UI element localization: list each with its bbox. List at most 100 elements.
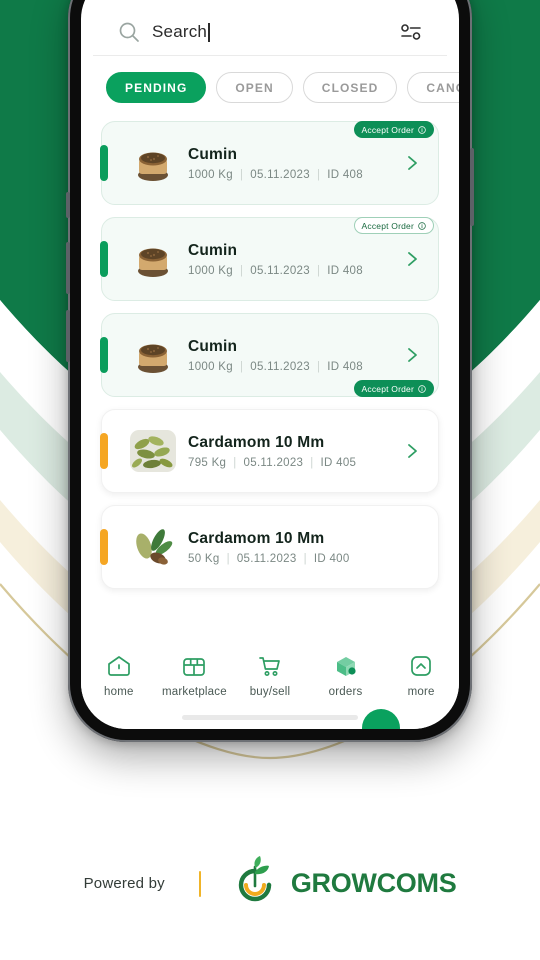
info-icon [418, 221, 426, 230]
order-card[interactable]: Cumin 1000 Kg | 05.11.2023 | ID 408 Acce… [100, 121, 439, 205]
chevron-up-square-icon [408, 653, 434, 679]
text-cursor [208, 22, 210, 42]
status-accent-bar [100, 241, 108, 277]
powered-by-label: Powered by [83, 875, 165, 892]
order-date: 05.11.2023 [250, 168, 310, 181]
nav-item-buy-sell[interactable]: buy/sell [232, 653, 308, 698]
filter-chip-list[interactable]: PENDING OPEN CLOSED CANCELLED [81, 56, 459, 117]
order-card[interactable]: Cumin 1000 Kg | 05.11.2023 | ID 408 Acce… [100, 313, 439, 397]
status-accent-bar [100, 529, 108, 565]
order-id: ID 405 [320, 456, 357, 469]
order-card[interactable]: Cumin 1000 Kg | 05.11.2023 | ID 408 Acce… [100, 217, 439, 301]
accept-order-label: Accept Order [361, 220, 414, 231]
info-icon [418, 125, 426, 134]
order-card[interactable]: Cardamom 10 Mm 795 Kg | 05.11.2023 | ID … [100, 409, 439, 493]
product-thumbnail [130, 526, 176, 568]
filter-chip-open[interactable]: OPEN [216, 72, 293, 103]
order-list: Cumin 1000 Kg | 05.11.2023 | ID 408 Acce… [81, 117, 459, 645]
status-accent-bar [100, 337, 108, 373]
floating-action-button[interactable] [362, 709, 400, 729]
info-icon [418, 384, 426, 393]
search-input-value: Search [152, 22, 208, 41]
order-info: Cumin 1000 Kg | 05.11.2023 | ID 408 [188, 338, 404, 373]
order-quantity: 1000 Kg [188, 360, 233, 373]
powered-by-footer: Powered by GROWCOMS [0, 855, 540, 912]
order-meta: 795 Kg | 05.11.2023 | ID 405 [188, 457, 404, 469]
order-info: Cardamom 10 Mm 795 Kg | 05.11.2023 | ID … [188, 434, 404, 469]
search-bar[interactable]: Search [93, 21, 447, 56]
cube-box-icon [333, 653, 359, 679]
order-meta: 1000 Kg | 05.11.2023 | ID 408 [188, 361, 404, 373]
filter-chip-pending[interactable]: PENDING [106, 72, 207, 103]
order-id: ID 400 [313, 552, 350, 565]
accept-order-badge[interactable]: Accept Order [353, 121, 434, 138]
phone-screen: Search PENDING OPEN CLOSED CANCELLED [81, 0, 459, 729]
nav-label: marketplace [161, 686, 227, 698]
meta-separator: | [316, 168, 321, 181]
filter-chip-cancelled[interactable]: CANCELLED [407, 72, 459, 103]
chevron-right-icon[interactable] [404, 347, 420, 363]
chevron-right-icon[interactable] [404, 443, 420, 459]
search-icon [118, 21, 140, 43]
product-name: Cumin [188, 145, 238, 163]
meta-separator: | [233, 456, 237, 469]
accept-order-label: Accept Order [361, 383, 414, 394]
phone-button-mute [66, 192, 70, 218]
growcoms-brand: GROWCOMS [229, 855, 457, 912]
home-indicator [182, 715, 358, 720]
order-quantity: 1000 Kg [188, 168, 233, 181]
meta-separator: | [239, 264, 244, 277]
nav-item-orders[interactable]: orders [308, 653, 384, 698]
order-date: 05.11.2023 [243, 456, 304, 469]
nav-label: buy/sell [249, 686, 291, 698]
growcoms-wordmark: GROWCOMS [290, 868, 457, 898]
phone-mockup: Search PENDING OPEN CLOSED CANCELLED [66, 0, 474, 742]
product-thumbnail [130, 430, 176, 472]
meta-separator: | [310, 456, 314, 469]
nav-item-home[interactable]: home [81, 653, 157, 698]
order-info: Cumin 1000 Kg | 05.11.2023 | ID 408 [188, 242, 404, 277]
nav-label: home [104, 686, 134, 698]
product-name: Cumin [188, 337, 238, 355]
meta-separator: | [226, 552, 230, 565]
order-meta: 1000 Kg | 05.11.2023 | ID 408 [188, 265, 404, 277]
bottom-navigation[interactable]: home marketplace buy/sell orders more [81, 645, 459, 729]
phone-button-volume-up [66, 242, 70, 294]
product-name: Cardamom 10 Mm [188, 529, 325, 547]
chevron-right-icon[interactable] [404, 155, 420, 171]
meta-separator: | [316, 264, 321, 277]
product-thumbnail [130, 334, 176, 376]
order-id: ID 408 [327, 168, 363, 181]
meta-separator: | [239, 360, 244, 373]
status-accent-bar [100, 433, 108, 469]
home-icon [106, 653, 132, 679]
order-card[interactable]: Cardamom 10 Mm 50 Kg | 05.11.2023 | ID 4… [100, 505, 439, 589]
growcoms-leaf-logo [229, 855, 281, 912]
meta-separator: | [303, 552, 307, 565]
nav-label: orders [328, 686, 363, 698]
chevron-right-icon[interactable] [404, 251, 420, 267]
meta-separator: | [239, 168, 244, 181]
nav-item-more[interactable]: more [383, 653, 459, 698]
phone-button-power [470, 148, 474, 226]
phone-button-volume-down [66, 310, 70, 362]
filter-sliders-icon[interactable] [400, 22, 422, 42]
app-content: Search PENDING OPEN CLOSED CANCELLED [81, 0, 459, 729]
product-name: Cumin [188, 241, 238, 259]
nav-item-marketplace[interactable]: marketplace [157, 653, 233, 698]
order-info: Cumin 1000 Kg | 05.11.2023 | ID 408 [188, 146, 404, 181]
order-id: ID 408 [327, 360, 363, 373]
product-name: Cardamom 10 Mm [188, 433, 325, 451]
order-date: 05.11.2023 [250, 264, 310, 277]
filter-chip-closed[interactable]: CLOSED [302, 72, 398, 103]
store-icon [181, 653, 207, 679]
accept-order-badge[interactable]: Accept Order [353, 217, 434, 234]
status-accent-bar [100, 145, 108, 181]
search-input[interactable]: Search [152, 22, 388, 42]
order-quantity: 1000 Kg [188, 264, 233, 277]
footer-divider [198, 870, 201, 897]
order-meta: 1000 Kg | 05.11.2023 | ID 408 [188, 169, 404, 181]
cart-icon [257, 653, 283, 679]
accept-order-badge[interactable]: Accept Order [353, 380, 434, 397]
order-quantity: 795 Kg [188, 456, 227, 469]
